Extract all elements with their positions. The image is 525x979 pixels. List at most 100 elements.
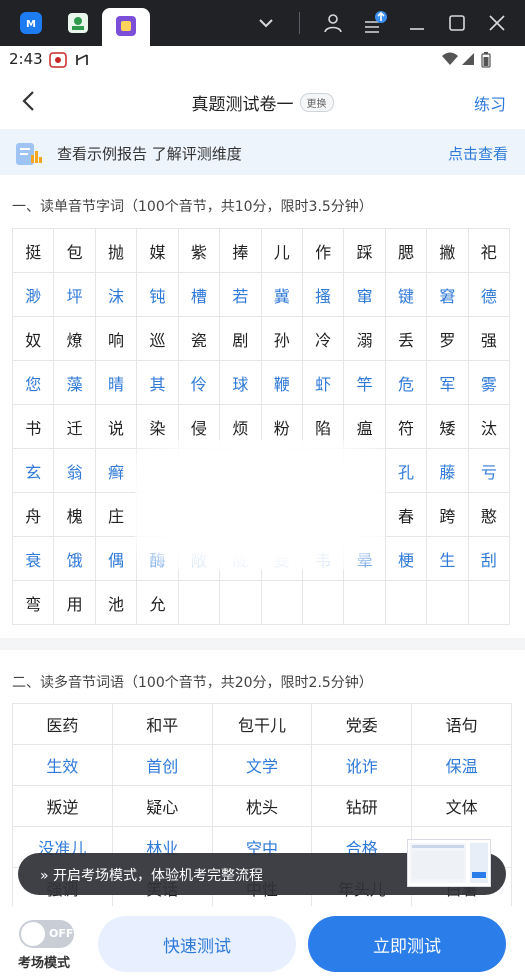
- sync-icon: [76, 54, 88, 65]
- grid-cell: 丢: [385, 317, 428, 361]
- menu-update-icon[interactable]: [361, 9, 389, 37]
- quick-test-button[interactable]: 快速测试: [98, 916, 296, 972]
- grid-cell: 巡: [137, 317, 179, 361]
- grid-cell: 包干儿: [212, 704, 313, 745]
- grid-cell: [468, 581, 511, 625]
- grid-cell: 党委: [312, 704, 413, 745]
- grid-cell: 挺: [13, 229, 55, 273]
- grid-row: 渺坪沫钝槽若冀搔窜键窘德: [13, 273, 511, 317]
- grid-row: 弯用池允: [13, 581, 511, 625]
- grid-cell: 玄: [13, 449, 55, 493]
- grid-cell: 若: [220, 273, 262, 317]
- app-tab-icon[interactable]: [63, 8, 93, 38]
- grid-cell: 球: [220, 361, 262, 405]
- grid-cell: 燎: [54, 317, 96, 361]
- grid-cell: 危: [385, 361, 428, 405]
- grid-cell: 翁: [54, 449, 96, 493]
- grid-cell: 槐: [54, 493, 96, 537]
- grid-cell: 允: [137, 581, 179, 625]
- grid-cell: 刮: [468, 537, 511, 581]
- grid-cell: 讹诈: [312, 745, 413, 786]
- battery-icon: [481, 52, 491, 68]
- page-title: 真题测试卷一: [191, 95, 294, 115]
- grid-cell: 医药: [13, 704, 113, 745]
- grid-cell: 偶: [95, 537, 138, 581]
- grid-cell: 您: [13, 361, 55, 405]
- grid-cell: 虾: [302, 361, 345, 405]
- toggle-knob: [21, 922, 45, 946]
- grid-cell: 踩: [344, 229, 386, 273]
- grid-row: 挺包抛媒紫捧儿作踩腮撇祀: [13, 229, 511, 273]
- minimize-icon[interactable]: [403, 9, 431, 37]
- grid-cell: 生: [427, 537, 469, 581]
- grid-cell: [178, 581, 221, 625]
- active-tab-icon: [116, 16, 136, 36]
- grid-cell: 作: [302, 229, 345, 273]
- app-tab-icon[interactable]: M: [16, 8, 46, 38]
- grid-cell: 衰: [13, 537, 55, 581]
- section2-title: 二、读多音节词语（100个音节，共20分，限时2.5分钟）: [12, 675, 373, 691]
- active-tab[interactable]: [102, 8, 150, 46]
- grid-cell: 渺: [13, 273, 55, 317]
- grid-cell: 汰: [468, 405, 511, 449]
- wifi-icon: [442, 52, 458, 65]
- grid-cell: [261, 581, 303, 625]
- grid-cell: 强: [468, 317, 511, 361]
- signal-icon: [462, 53, 474, 65]
- grid-cell: 书: [13, 405, 55, 449]
- window-chrome: M: [0, 0, 525, 46]
- toggle-state-label: OFF: [49, 927, 74, 940]
- sample-report-banner[interactable]: 查看示例报告 了解评测维度 点击查看: [0, 129, 525, 175]
- chevron-down-icon[interactable]: [252, 9, 280, 37]
- grid-row: 生效 首创 文学 讹诈 保温: [13, 745, 512, 786]
- grid-cell: 溺: [344, 317, 386, 361]
- practice-link[interactable]: 练习: [474, 91, 506, 115]
- grid-cell: [302, 581, 345, 625]
- grid-cell: 文体: [412, 786, 512, 827]
- grid-cell: 保温: [412, 745, 512, 786]
- maximize-icon[interactable]: [443, 9, 471, 37]
- grid-cell: 撇: [427, 229, 469, 273]
- grid-cell: 窜: [344, 273, 386, 317]
- toolbar-separator: [299, 12, 300, 34]
- grid-cell: [385, 581, 428, 625]
- grid-row: 奴燎响巡瓷剧孙冷溺丢罗强: [13, 317, 511, 361]
- bottom-action-bar: OFF 考场模式 快速测试 立即测试: [0, 906, 525, 979]
- exam-preview-thumbnail[interactable]: [407, 839, 491, 887]
- grid-cell: 窘: [427, 273, 469, 317]
- exam-mode-toggle[interactable]: OFF: [19, 920, 74, 948]
- grid-cell: 跨: [427, 493, 469, 537]
- grid-cell: 军: [427, 361, 469, 405]
- start-test-button[interactable]: 立即测试: [308, 916, 506, 972]
- change-paper-button[interactable]: 更换: [299, 93, 334, 112]
- grid-cell: 钻研: [312, 786, 413, 827]
- section-divider: [0, 638, 525, 650]
- grid-cell: 矮: [427, 405, 469, 449]
- grid-cell: [427, 581, 469, 625]
- grid-cell: 藤: [427, 449, 469, 493]
- report-icon: [16, 143, 42, 165]
- section1-title: 一、读单音节字词（100个音节，共10分，限时3.5分钟）: [12, 199, 373, 215]
- grid-cell: 孔: [385, 449, 428, 493]
- grid-row: 叛逆 疑心 枕头 钻研 文体: [13, 786, 512, 827]
- grid-cell: 鞭: [261, 361, 303, 405]
- double-chevron-down-icon: »: [40, 868, 49, 884]
- close-icon[interactable]: [483, 9, 511, 37]
- grid-cell: 用: [54, 581, 96, 625]
- grid-cell: 饿: [54, 537, 96, 581]
- account-icon[interactable]: [319, 9, 347, 37]
- grid-cell: 迁: [54, 405, 96, 449]
- grid-cell: 腮: [385, 229, 428, 273]
- exam-mode-toast[interactable]: » 开启考场模式，体验机考完整流程: [18, 839, 506, 895]
- grid-cell: 坪: [54, 273, 96, 317]
- grid-cell: 剧: [220, 317, 262, 361]
- grid-cell: 键: [385, 273, 428, 317]
- view-report-link[interactable]: 点击查看: [448, 143, 508, 164]
- grid-cell: 春: [385, 493, 428, 537]
- grid-cell: 罗: [427, 317, 469, 361]
- grid-row: 医药 和平 包干儿 党委 语句: [13, 704, 512, 745]
- status-bar: 2:43: [0, 46, 525, 74]
- grid-cell: 枕头: [212, 786, 313, 827]
- grid-cell: 奴: [13, 317, 55, 361]
- grid-cell: 池: [95, 581, 138, 625]
